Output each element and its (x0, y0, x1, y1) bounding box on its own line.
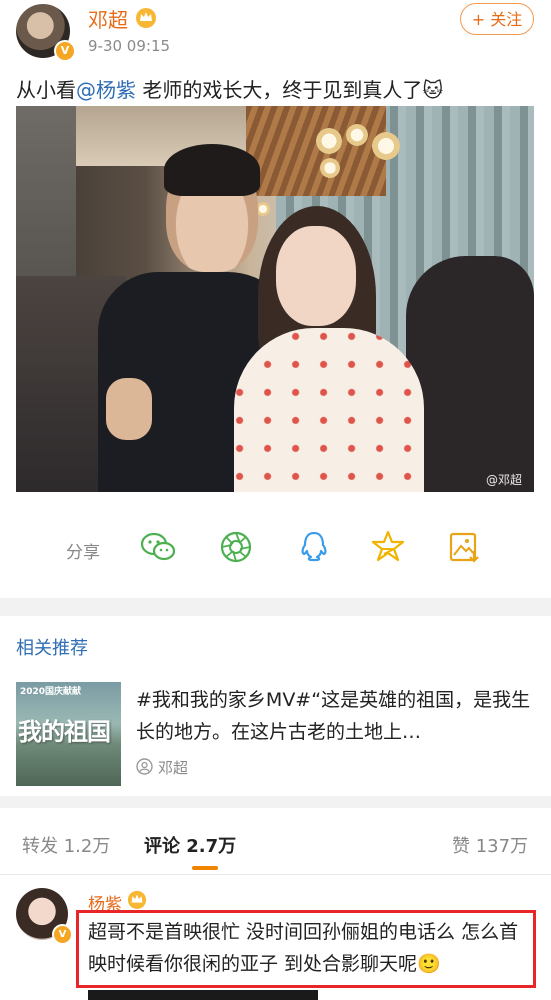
post-text-part: 从小看 (16, 78, 76, 102)
post-time: 9-30 09:15 (88, 37, 171, 55)
tab-comments[interactable]: 评论 2.7万 (144, 832, 236, 858)
qq-icon[interactable] (294, 527, 334, 567)
verified-badge-icon: V (52, 924, 73, 945)
comment-text[interactable]: 超哥不是首映很忙 没时间回孙俪姐的电话么 怎么首映时候看你很闲的亚子 到处合影聊… (88, 916, 528, 980)
related-text[interactable]: #我和我的家乡MV#“这是英雄的祖国，是我生长的地方。在这片古老的土地上… (136, 684, 536, 748)
wechat-icon[interactable] (138, 527, 178, 567)
photo-lamp (256, 202, 270, 216)
moments-icon[interactable] (216, 527, 256, 567)
author-name[interactable]: 邓超 (88, 4, 128, 33)
post-photo[interactable]: @邓超 (16, 106, 534, 492)
photo-lamp (372, 132, 400, 160)
tab-likes[interactable]: 赞 137万 (452, 832, 528, 858)
save-image-icon[interactable] (444, 527, 484, 567)
photo-wood-slats (246, 106, 386, 196)
section-divider (0, 796, 551, 808)
source-user-icon (136, 758, 153, 775)
post-text: 从小看@杨紫 老师的戏长大，终于见到真人了🐱 (16, 74, 443, 103)
photo-lamp (320, 158, 340, 178)
smile-emoji-icon: 🙂 (417, 953, 441, 975)
photo-woman-face (276, 226, 356, 326)
photo-watermark: @邓超 (486, 473, 523, 487)
comment-image-preview[interactable] (88, 990, 318, 1000)
verified-badge-icon: V (54, 40, 76, 62)
follow-button[interactable]: + 关注 (460, 3, 534, 35)
tab-repost[interactable]: 转发 1.2万 (22, 832, 110, 858)
vip-crown-icon (127, 890, 147, 909)
related-title: 相关推荐 (16, 638, 88, 659)
mention-link[interactable]: @杨紫 (76, 78, 136, 102)
thumbnail-tag: 2020国庆献献 (20, 687, 82, 697)
photo-lamp (346, 124, 368, 146)
post-text-part: 老师的戏长大，终于见到真人了 (136, 78, 423, 102)
related-thumbnail[interactable]: 2020国庆献献 我的祖国 (16, 682, 121, 786)
tabs-divider (0, 874, 551, 875)
share-label: 分享 (66, 543, 100, 563)
photo-thumbs-up (106, 378, 152, 440)
active-tab-indicator (192, 866, 218, 870)
comment-body: 超哥不是首映很忙 没时间回孙俪姐的电话么 怎么首映时候看你很闲的亚子 到处合影聊… (88, 921, 519, 975)
qzone-star-icon[interactable] (368, 527, 408, 567)
photo-lamp (316, 128, 342, 154)
photo-woman (234, 328, 424, 492)
photo-man-hair (164, 144, 260, 196)
cat-emoji-icon: 🐱 (422, 78, 444, 102)
photo-person-right (406, 256, 534, 492)
thumbnail-title: 我的祖国 (18, 718, 111, 746)
section-divider (0, 598, 551, 616)
related-source: 邓超 (158, 759, 189, 777)
vip-crown-icon (136, 8, 156, 28)
